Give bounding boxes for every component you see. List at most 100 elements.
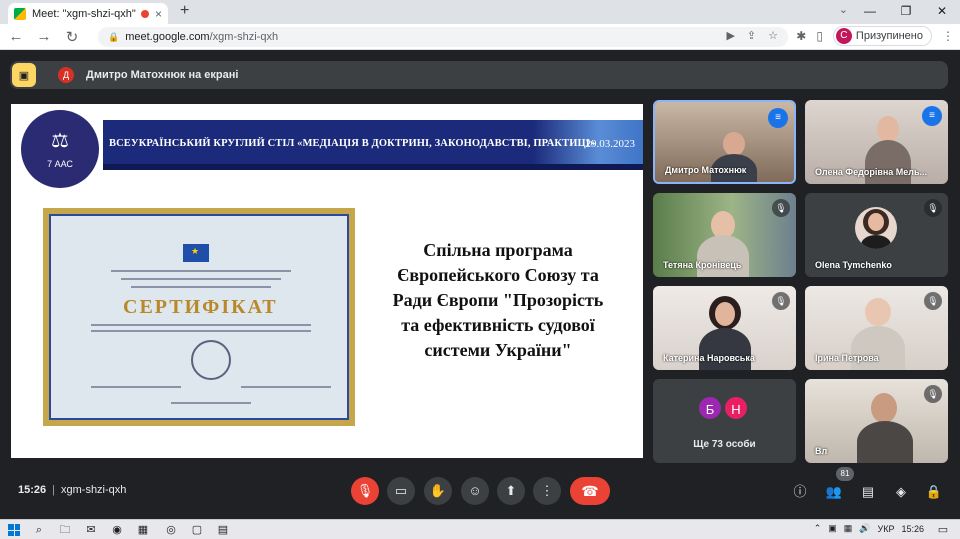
seal-icon xyxy=(191,340,231,380)
muted-mic-icon: 🎙 xyxy=(772,199,790,217)
reload-icon[interactable]: ↻ xyxy=(60,28,84,46)
sidepanel-icon[interactable]: ▯ xyxy=(816,29,823,43)
recording-dot-icon xyxy=(140,9,149,18)
search-icon[interactable]: ⌕ xyxy=(32,523,46,537)
more-participants-label: Ще 73 особи xyxy=(693,439,756,450)
participant-name: Олена Федорівна Мель... xyxy=(815,167,928,177)
reactions-button[interactable]: ☺ xyxy=(461,477,489,505)
participant-name: Дмитро Матохнюк xyxy=(665,165,747,175)
meeting-code: xgm-shzi-qxh xyxy=(61,484,127,496)
volume-icon[interactable]: 🔊 xyxy=(859,523,870,534)
speaking-indicator-icon: ≡ xyxy=(768,108,788,128)
more-options-button[interactable]: ⋮ xyxy=(533,477,561,505)
app-icon[interactable]: ▤ xyxy=(216,523,230,537)
mic-toggle-button[interactable]: 🎙 xyxy=(351,477,379,505)
camera-toggle-button[interactable]: ▭ xyxy=(387,477,415,505)
language-indicator[interactable]: УКР xyxy=(878,524,895,534)
share-icon[interactable]: ⇪ xyxy=(747,29,756,42)
app-icon[interactable]: ▢ xyxy=(190,523,204,537)
present-now-button[interactable]: ⬆ xyxy=(497,477,525,505)
back-icon[interactable]: ← xyxy=(4,28,28,45)
forward-icon[interactable]: → xyxy=(32,28,56,45)
new-tab-button[interactable]: + xyxy=(180,2,189,20)
participant-tile[interactable]: 🎙 Ірина Петрова xyxy=(805,286,948,370)
profile-status: Призупинено xyxy=(855,30,923,42)
toolbar-right: ✱ ▯ С Призупинено ⋮ xyxy=(796,26,954,46)
end-call-button[interactable]: ☎ xyxy=(570,477,610,505)
participant-name: Катерина Наровська xyxy=(663,353,755,363)
bookmark-star-icon[interactable]: ☆ xyxy=(768,29,778,42)
certificate-title: СЕРТИФІКАТ xyxy=(123,296,278,318)
close-window-button[interactable]: ✕ xyxy=(924,0,960,24)
meeting-info: 15:26 | xgm-shzi-qxh xyxy=(18,484,126,496)
host-controls-icon[interactable]: 🔒 xyxy=(924,482,944,502)
minimize-button[interactable]: — xyxy=(852,0,888,24)
app-icon[interactable]: ▦ xyxy=(136,523,150,537)
close-tab-button[interactable]: × xyxy=(155,7,162,21)
file-explorer-icon[interactable]: 🗀 xyxy=(58,523,72,537)
tray-icon[interactable]: ⌃ xyxy=(814,523,822,534)
meeting-details-icon[interactable]: ⓘ xyxy=(790,482,810,502)
people-icon[interactable]: 👥 xyxy=(824,482,844,502)
presentation-icon[interactable]: ▣ xyxy=(12,63,36,87)
url-host: meet.google.com xyxy=(125,31,210,43)
participant-name: Вл xyxy=(815,446,828,456)
muted-mic-icon: 🎙 xyxy=(924,385,942,403)
presenter-avatar: Д xyxy=(58,67,74,83)
separator: | xyxy=(52,484,55,496)
raise-hand-button[interactable]: ✋ xyxy=(424,477,452,505)
camera-permission-icon[interactable]: ▶ xyxy=(726,29,734,42)
participant-tile[interactable]: 🎙 Olena Tymchenko xyxy=(805,193,948,277)
browser-tab-meet[interactable]: Meet: "xgm-shzi-qxh" × xyxy=(8,3,168,24)
browser-toolbar: ← → ↻ 🔒 meet.google.com /xgm-shzi-qxh ▶ … xyxy=(0,24,960,50)
menu-kebab-icon[interactable]: ⋮ xyxy=(942,29,954,43)
browser-tab-bar: Meet: "xgm-shzi-qxh" × + ⌄ — ❐ ✕ xyxy=(0,0,960,24)
presentation-bar: ▣ Д Дмитро Матохнюк на екрані xyxy=(10,61,948,89)
chrome-icon[interactable]: ◉ xyxy=(110,523,124,537)
windows-start-icon[interactable] xyxy=(8,524,20,536)
certificate-image: СЕРТИФІКАТ xyxy=(43,208,355,426)
slide-banner: ВСЕУКРАЇНСЬКИЙ КРУГЛИЙ СТІЛ «МЕДІАЦІЯ В … xyxy=(103,120,643,170)
taskbar-clock[interactable]: 15:26 xyxy=(901,524,924,534)
participant-tile[interactable]: ≡ Дмитро Матохнюк xyxy=(653,100,796,184)
banner-title: ВСЕУКРАЇНСЬКИЙ КРУГЛИЙ СТІЛ «МЕДІАЦІЯ В … xyxy=(109,138,596,149)
url-path: /xgm-shzi-qxh xyxy=(209,31,279,43)
banner-date: 29.03.2023 xyxy=(585,138,636,150)
court-logo: ⚖ 7 ААС xyxy=(21,110,99,188)
tab-title: Meet: "xgm-shzi-qxh" xyxy=(32,7,136,20)
system-tray: ⌃ ▣ ▦ 🔊 УКР 15:26 xyxy=(814,523,924,534)
chat-icon[interactable]: ▤ xyxy=(858,482,878,502)
participant-name: Тетяна Кронівець xyxy=(663,260,742,270)
profile-button[interactable]: С Призупинено xyxy=(832,26,932,46)
participant-count-badge: 81 xyxy=(836,467,854,481)
mail-icon[interactable]: ✉ xyxy=(84,523,98,537)
eu-flag-icon xyxy=(183,244,209,262)
lock-icon[interactable]: 🔒 xyxy=(108,32,119,43)
notifications-icon[interactable]: ▭ xyxy=(936,523,950,537)
participant-tile[interactable]: 🎙 Катерина Наровська xyxy=(653,286,796,370)
participant-avatar: Н xyxy=(723,395,749,421)
extensions-icon[interactable]: ✱ xyxy=(796,29,806,43)
tray-icon[interactable]: ▣ xyxy=(828,523,837,534)
maximize-button[interactable]: ❐ xyxy=(888,0,924,24)
address-bar[interactable]: 🔒 meet.google.com /xgm-shzi-qxh ▶ ⇪ ☆ xyxy=(98,27,788,47)
shared-screen: ⚖ 7 ААС ВСЕУКРАЇНСЬКИЙ КРУГЛИЙ СТІЛ «МЕД… xyxy=(11,104,643,458)
speaking-indicator-icon: ≡ xyxy=(922,106,942,126)
profile-avatar: С xyxy=(835,28,852,44)
more-participants-tile[interactable]: Б Н Ще 73 особи xyxy=(653,379,796,463)
participant-name: Ірина Петрова xyxy=(815,353,879,363)
participant-tile[interactable]: ≡ Олена Федорівна Мель... xyxy=(805,100,948,184)
meet-window: ▣ Д Дмитро Матохнюк на екрані ⚖ 7 ААС ВС… xyxy=(0,51,960,519)
viber-icon[interactable]: ◎ xyxy=(164,523,178,537)
participant-tile[interactable]: 🎙 Тетяна Кронівець xyxy=(653,193,796,277)
tab-search-icon[interactable]: ⌄ xyxy=(839,3,848,16)
muted-mic-icon: 🎙 xyxy=(924,292,942,310)
participant-avatar: Б xyxy=(697,395,723,421)
presenter-label: Дмитро Матохнюк на екрані xyxy=(86,69,239,81)
network-icon[interactable]: ▦ xyxy=(844,523,853,534)
participant-tile[interactable]: 🎙 Вл xyxy=(805,379,948,463)
logo-text: 7 ААС xyxy=(47,159,73,169)
meeting-controls-bar: 15:26 | xgm-shzi-qxh 🎙 ▭ ✋ ☺ ⬆ ⋮ ☎ ⓘ 👥 81 … xyxy=(0,467,960,509)
activities-icon[interactable]: ◈ xyxy=(891,482,911,502)
meet-favicon-icon xyxy=(14,7,26,20)
